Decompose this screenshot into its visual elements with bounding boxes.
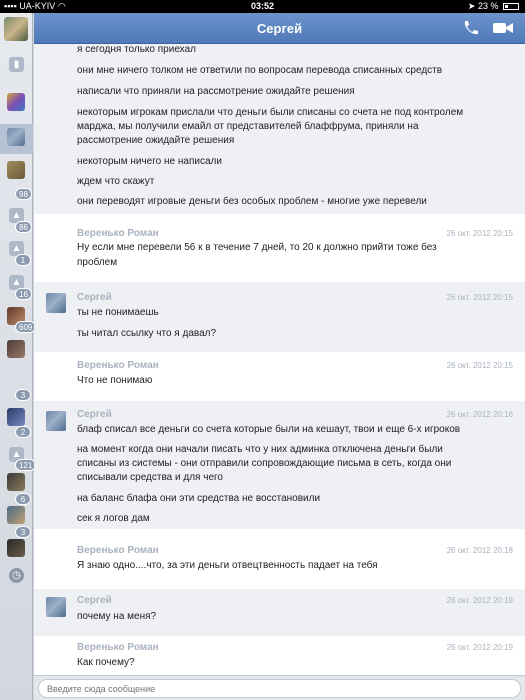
video-call-icon[interactable] — [492, 20, 514, 36]
unread-badge: 6 — [15, 493, 31, 505]
message-author: Веренько Роман — [77, 360, 159, 371]
message-text: марджа, мы получили емайл от представите… — [77, 121, 419, 132]
phone-icon[interactable] — [461, 20, 479, 36]
my-avatar[interactable] — [4, 17, 28, 41]
status-bar: ▪▪▪▪ UA-KYIV ◠ 03:52 ➤ 23 % — [0, 0, 525, 13]
dialog-avatar[interactable] — [7, 340, 25, 358]
message-group: Веренько Роман 26 окт. 2012 20:15 Что не… — [34, 352, 525, 405]
location-icon: ➤ — [467, 1, 476, 11]
battery-percent: 23 % — [477, 1, 499, 11]
clock-time: 03:52 — [250, 1, 275, 11]
message-text: написали что приняли на рассмотрение ожи… — [77, 86, 355, 97]
clock-icon[interactable]: ◷ — [9, 568, 24, 583]
message-text: Что не понимаю — [77, 375, 153, 386]
message-text: ты не понимаешь — [77, 307, 159, 318]
message-text: на момент когда они начали писать что у … — [77, 444, 443, 455]
message-text: Я знаю одно....что, за эти деньги отвецт… — [77, 560, 378, 571]
message-date: 26 окт. 2012 20:15 — [446, 229, 513, 238]
message-input[interactable] — [38, 679, 521, 698]
message-author: Веренько Роман — [77, 642, 159, 653]
message-text: некоторым ничего не написали — [77, 156, 222, 167]
dialog-avatar-active[interactable] — [7, 128, 25, 146]
message-author: Сергей — [77, 292, 112, 303]
message-text: сек я логов дам — [77, 513, 150, 524]
avatar[interactable] — [46, 293, 66, 313]
unread-badge: 2 — [15, 426, 31, 438]
message-group: Сергей 26 окт. 2012 20:16 блаф списал вс… — [34, 401, 525, 529]
unread-badge: 86 — [15, 221, 32, 233]
unread-badge: 3 — [15, 526, 31, 538]
message-text: рассмотрение ожидайте решения — [77, 135, 235, 146]
message-group: Сергей 26 окт. 2012 20:15 ты не понимаеш… — [34, 282, 525, 352]
message-text: они мне ничего толком не ответили по воп… — [77, 65, 443, 76]
message-text: на баланс блафа они эти средства не восс… — [77, 493, 321, 504]
message-text: некоторым игрокам прислали что деньги бы… — [77, 107, 464, 118]
contacts-icon[interactable]: ▮ — [9, 57, 24, 72]
message-group: я сегодня только приехал они мне ничего … — [34, 44, 525, 214]
avatar[interactable] — [46, 597, 66, 617]
message-date: 26 окт. 2012 20:19 — [446, 596, 513, 605]
message-text: ты читал ссылку что я давал? — [77, 328, 217, 339]
chat-header: Сергей — [34, 13, 525, 44]
message-text: Ну если мне перевели 56 к в течение 7 дн… — [77, 242, 437, 253]
message-author: Веренько Роман — [77, 228, 159, 239]
message-list[interactable]: я сегодня только приехал они мне ничего … — [34, 44, 525, 675]
compose-bar — [34, 675, 525, 700]
dialog-avatar[interactable] — [7, 506, 25, 524]
unread-badge: 98 — [15, 188, 32, 200]
message-group: Веренько Роман 26 окт. 2012 20:15 Ну есл… — [34, 220, 525, 282]
message-text: ждем что скажут — [77, 176, 155, 187]
message-date: 26 окт. 2012 20:16 — [446, 410, 513, 419]
message-text: они переводят игровые деньги без особых … — [77, 196, 427, 207]
message-date: 26 окт. 2012 20:18 — [446, 546, 513, 555]
dialog-avatar[interactable] — [7, 93, 25, 111]
sidebar: ▮ ▲ 98 ▲ 86 ▲ 1 16 609 3 ▲ 2 121 6 3 ◷ — [0, 13, 37, 700]
dialog-avatar[interactable] — [7, 161, 25, 179]
message-date: 26 окт. 2012 20:15 — [446, 361, 513, 370]
dialog-avatar[interactable] — [7, 408, 25, 426]
message-group: Веренько Роман 26 окт. 2012 20:18 Я знаю… — [34, 537, 525, 589]
unread-badge: 3 — [15, 389, 31, 401]
message-author: Веренько Роман — [77, 545, 159, 556]
message-text: я сегодня только приехал — [77, 44, 196, 55]
message-group: Сергей 26 окт. 2012 20:19 почему на меня… — [34, 589, 525, 636]
message-author: Сергей — [77, 595, 112, 606]
unread-badge: 1 — [15, 254, 31, 266]
message-text: списывали средства и для чего — [77, 472, 223, 483]
avatar[interactable] — [46, 411, 66, 431]
message-text: блаф списал все деньги со счета которые … — [77, 424, 461, 435]
battery-icon — [503, 3, 519, 10]
message-group: Веренько Роман 26 окт. 2012 20:19 Как по… — [34, 636, 525, 675]
status-right: ➤ 23 % — [468, 1, 519, 12]
dialog-avatar[interactable] — [7, 473, 25, 491]
unread-badge: 16 — [15, 288, 32, 300]
dialog-avatar[interactable] — [7, 539, 25, 557]
message-text: проблем — [77, 257, 118, 268]
message-text: списаны из системы - они отправили сопро… — [77, 458, 452, 469]
message-author: Сергей — [77, 409, 112, 420]
message-date: 26 окт. 2012 20:19 — [446, 643, 513, 652]
message-text: Как почему? — [77, 657, 135, 668]
message-text: почему на меня? — [77, 611, 157, 622]
message-date: 26 окт. 2012 20:15 — [446, 293, 513, 302]
chat-title: Сергей — [256, 21, 303, 36]
